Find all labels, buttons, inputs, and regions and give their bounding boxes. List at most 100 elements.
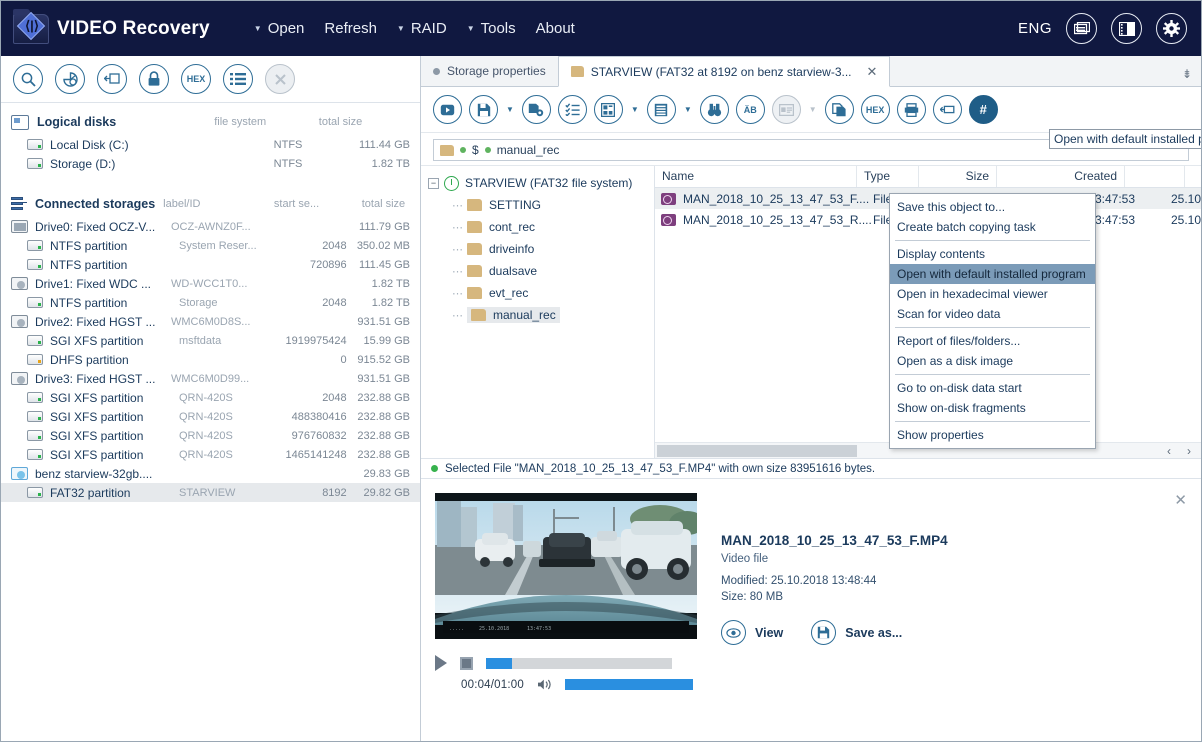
tab-label: STARVIEW (FAT32 at 8192 on benz starview… xyxy=(590,64,852,79)
window-icon[interactable] xyxy=(1066,13,1097,44)
menu-item-about[interactable]: About xyxy=(526,16,585,41)
column-header-name[interactable]: Name xyxy=(655,166,857,187)
export-icon[interactable] xyxy=(932,95,962,124)
storage-row[interactable]: SGI XFS partition QRN-420S 488380416 232… xyxy=(1,407,420,426)
view-button[interactable]: View xyxy=(721,620,783,645)
grid-view-icon[interactable] xyxy=(593,95,623,124)
print-icon[interactable] xyxy=(896,95,926,124)
collapse-icon[interactable]: − xyxy=(428,177,439,189)
column-header-created[interactable]: Created xyxy=(997,166,1125,187)
save-as-button[interactable]: Save as... xyxy=(811,620,902,645)
volume-bar[interactable] xyxy=(564,679,693,690)
tree-node[interactable]: ⋯ dualsave xyxy=(421,260,654,282)
storage-row[interactable]: FAT32 partition STARVIEW 8192 29.82 GB xyxy=(1,483,420,502)
storage-label: WMC6M0D8S... xyxy=(171,315,251,328)
tab-storage-properties[interactable]: Storage properties xyxy=(421,56,558,86)
tab-starview[interactable]: STARVIEW (FAT32 at 8192 on benz starview… xyxy=(557,56,891,87)
partition-icon xyxy=(27,335,43,346)
volume-icon[interactable] xyxy=(537,678,552,691)
storage-row[interactable]: Drive3: Fixed HGST ... WMC6M0D99... 931.… xyxy=(1,369,420,388)
copy-disk-icon[interactable] xyxy=(97,64,127,94)
menu-item-raid[interactable]: ▼ RAID xyxy=(387,16,457,41)
context-menu-item[interactable]: Open as a disk image xyxy=(890,351,1095,371)
tree-node[interactable]: ⋯ cont_rec xyxy=(421,216,654,238)
storage-name: NTFS partition xyxy=(50,238,128,253)
context-menu-item[interactable]: Report of files/folders... xyxy=(890,331,1095,351)
scroll-left-icon[interactable]: ‹ xyxy=(1167,444,1171,458)
save-icon[interactable] xyxy=(469,95,498,124)
close-preview-icon[interactable]: ✕ xyxy=(1174,491,1187,509)
hex-icon[interactable]: HEX xyxy=(860,95,890,124)
tree-node[interactable]: ⋯ SETTING xyxy=(421,194,654,216)
tree-node[interactable]: ⋯ driveinfo xyxy=(421,238,654,260)
context-menu-item[interactable]: Show properties xyxy=(890,425,1095,445)
caret-down-icon[interactable]: ▼ xyxy=(631,105,639,114)
scrollbar-thumb[interactable] xyxy=(657,444,857,457)
context-menu-item[interactable]: Display contents xyxy=(890,244,1095,264)
language-selector[interactable]: ENG xyxy=(1018,20,1052,37)
storage-row[interactable]: SGI XFS partition QRN-420S 976760832 232… xyxy=(1,426,420,445)
storage-row[interactable]: benz starview-32gb.... 29.83 GB xyxy=(1,464,420,483)
menu-item-tools[interactable]: ▼ Tools xyxy=(457,16,526,41)
tree-root-node[interactable]: − STARVIEW (FAT32 file system) xyxy=(421,172,654,194)
storage-row[interactable]: SGI XFS partition QRN-420S 2048 232.88 G… xyxy=(1,388,420,407)
preview-pane-icon[interactable] xyxy=(771,95,801,124)
context-menu-item[interactable]: Open with default installed program xyxy=(890,264,1095,284)
play-button[interactable] xyxy=(435,655,447,671)
storage-row[interactable]: Drive2: Fixed HGST ... WMC6M0D8S... 931.… xyxy=(1,312,420,331)
caret-down-icon[interactable]: ▼ xyxy=(506,105,514,114)
tab-close-icon[interactable]: ✕ xyxy=(867,64,878,80)
column-header-modified[interactable] xyxy=(1125,166,1185,187)
storage-row[interactable]: NTFS partition System Reser... 2048 350.… xyxy=(1,236,420,255)
context-menu-item[interactable]: Scan for video data xyxy=(890,304,1095,324)
logical-disk-row[interactable]: Local Disk (C:) NTFS 111.44 GB xyxy=(1,135,420,154)
playback-progress-bar[interactable] xyxy=(486,657,672,669)
charset-icon[interactable]: ÄB xyxy=(735,95,765,124)
save-settings-icon[interactable] xyxy=(521,95,551,124)
context-menu-item[interactable]: Go to on-disk data start xyxy=(890,378,1095,398)
menu-item-open[interactable]: ▼ Open xyxy=(244,16,315,41)
video-file-icon xyxy=(661,192,676,205)
storage-row[interactable]: NTFS partition 720896 111.45 GB xyxy=(1,255,420,274)
gear-icon[interactable] xyxy=(1156,13,1187,44)
column-header-size[interactable]: Size xyxy=(919,166,997,187)
list-view-icon[interactable] xyxy=(646,95,676,124)
path-segment-root[interactable]: $ xyxy=(472,143,479,157)
storage-row[interactable]: Drive0: Fixed OCZ-V... OCZ-AWNZ0F... 111… xyxy=(1,217,420,236)
tree-node[interactable]: ⋯ manual_rec xyxy=(421,304,654,326)
tree-node[interactable]: ⋯ evt_rec xyxy=(421,282,654,304)
storage-row[interactable]: DHFS partition 0 915.52 GB xyxy=(1,350,420,369)
context-menu-item[interactable]: Open in hexadecimal viewer xyxy=(890,284,1095,304)
hex-icon[interactable]: HEX xyxy=(181,64,211,94)
split-view-icon[interactable] xyxy=(1111,13,1142,44)
storage-row[interactable]: SGI XFS partition msftdata 1919975424 15… xyxy=(1,331,420,350)
preview-actions: View Save as... xyxy=(721,620,948,645)
caret-down-icon[interactable]: ▼ xyxy=(684,105,692,114)
video-thumbnail[interactable]: ..... 25.10.2018 13:47:53 xyxy=(435,493,697,639)
column-header-type[interactable]: Type xyxy=(857,166,919,187)
tab-list-menu-icon[interactable]: ⇟ xyxy=(1182,67,1201,86)
stop-button[interactable] xyxy=(460,656,473,670)
menu-item-refresh[interactable]: Refresh xyxy=(314,16,387,41)
search-disk-icon[interactable] xyxy=(13,64,43,94)
path-segment-folder[interactable]: manual_rec xyxy=(497,143,560,157)
binoculars-icon[interactable] xyxy=(699,95,729,124)
context-menu-label: Open as a disk image xyxy=(897,354,1014,368)
context-menu-item[interactable]: Create batch copying task xyxy=(890,217,1095,237)
logical-disk-row[interactable]: Storage (D:) NTFS 1.82 TB xyxy=(1,154,420,173)
copy-files-icon[interactable] xyxy=(824,95,854,124)
storage-row[interactable]: NTFS partition Storage 2048 1.82 TB xyxy=(1,293,420,312)
play-video-icon[interactable] xyxy=(433,95,462,124)
context-menu-item[interactable]: Save this object to... xyxy=(890,197,1095,217)
caret-down-icon[interactable]: ▼ xyxy=(809,105,817,114)
hash-icon[interactable]: # xyxy=(968,95,998,124)
scroll-right-icon[interactable]: › xyxy=(1187,444,1191,458)
scan-chart-icon[interactable] xyxy=(55,64,85,94)
lock-icon[interactable] xyxy=(139,64,169,94)
storage-row[interactable]: Drive1: Fixed WDC ... WD-WCC1T0... 1.82 … xyxy=(1,274,420,293)
storage-row[interactable]: SGI XFS partition QRN-420S 1465141248 23… xyxy=(1,445,420,464)
checklist-icon[interactable] xyxy=(557,95,587,124)
list-icon[interactable] xyxy=(223,64,253,94)
context-menu-item[interactable]: Show on-disk fragments xyxy=(890,398,1095,418)
close-icon[interactable] xyxy=(265,64,295,94)
